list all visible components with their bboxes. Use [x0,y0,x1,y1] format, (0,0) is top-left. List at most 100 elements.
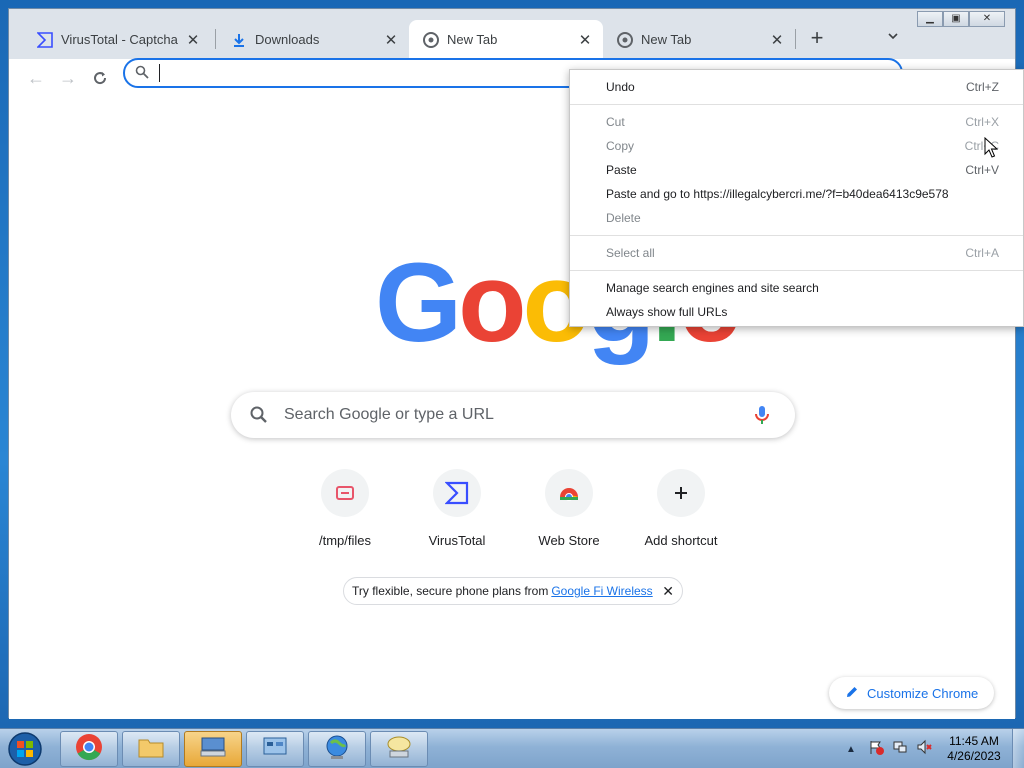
show-desktop-button[interactable] [1012,729,1024,768]
close-icon[interactable]: ✕ [381,30,401,50]
menu-item-shortcut: Ctrl+X [965,115,999,129]
menu-item-select-all[interactable]: Select all Ctrl+A [570,242,1023,264]
menu-item-label: Always show full URLs [606,305,728,319]
menu-item-label: Delete [606,211,641,225]
tab-downloads[interactable]: Downloads ✕ [217,20,409,59]
taskbar-file-explorer[interactable] [122,731,180,767]
shortcut-add[interactable]: Add shortcut [625,469,737,548]
customize-label: Customize Chrome [867,685,979,701]
tab-separator [215,29,216,49]
chrome-icon [423,31,439,48]
taskbar-control-panel[interactable] [246,731,304,767]
shortcut-label: Add shortcut [644,533,718,548]
search-icon [135,65,149,84]
menu-item-label: Cut [606,115,625,129]
google-search-box[interactable]: Search Google or type a URL [231,392,795,438]
tab-virustotal[interactable]: VirusTotal - Captcha ✕ [23,20,211,59]
menu-item-label: Copy [606,139,635,153]
mouse-cursor-icon [984,136,999,164]
minimize-button[interactable]: ▁ [917,11,943,27]
close-window-button[interactable]: ✕ [969,11,1005,27]
chrome-icon [617,31,633,48]
virustotal-icon [433,469,481,517]
close-icon[interactable]: ✕ [575,30,595,50]
search-icon [249,405,269,430]
omnibox-context-menu: Undo Ctrl+Z Cut Ctrl+X Copy Ctrl+C Paste… [569,69,1024,327]
text-caret [159,64,160,82]
start-button[interactable] [6,731,46,767]
tab-label: VirusTotal - Captcha [61,32,178,47]
taskbar-chat-app[interactable] [370,731,428,767]
webstore-icon [545,469,593,517]
customize-chrome-button[interactable]: Customize Chrome [829,677,995,709]
taskbar-network[interactable] [308,731,366,767]
menu-item-copy[interactable]: Copy Ctrl+C [570,135,1023,157]
logo-letter: G [375,240,462,365]
reload-icon[interactable] [89,67,111,89]
tab-search-chevron-icon[interactable] [883,29,903,49]
keyboard-icon [199,736,227,763]
tab-separator [795,29,796,49]
menu-separator [570,104,1023,105]
new-tab-button[interactable]: + [805,27,829,51]
shortcut-web-store[interactable]: Web Store [513,469,625,548]
virustotal-icon [37,31,53,48]
menu-item-delete[interactable]: Delete [570,207,1023,229]
menu-item-shortcut: Ctrl+V [965,163,999,177]
close-icon[interactable]: ✕ [183,30,203,50]
tab-label: New Tab [641,32,692,47]
chevron-up-icon[interactable]: ▲ [846,744,856,755]
shortcut-virustotal[interactable]: VirusTotal [401,469,513,548]
promo-text: Try flexible, secure phone plans from [352,584,549,598]
shortcut-tmp-files[interactable]: /tmp/files [289,469,401,548]
menu-item-label: Select all [606,246,655,260]
taskbar-chrome[interactable] [60,731,118,767]
plus-icon [657,469,705,517]
close-icon[interactable]: ✕ [767,30,787,50]
menu-item-label: Undo [606,80,635,94]
shortcut-label: VirusTotal [428,533,486,548]
chat-bubble-icon [385,734,413,765]
windows-taskbar: ▲ 11:45 AM 4/26/2023 [0,728,1024,768]
menu-item-undo[interactable]: Undo Ctrl+Z [570,76,1023,98]
promo-banner: Try flexible, secure phone plans from Go… [343,577,683,605]
menu-item-always-show-full-urls[interactable]: Always show full URLs [570,301,1023,323]
tab-new-tab[interactable]: New Tab ✕ [603,20,795,59]
flag-alert-icon[interactable] [868,739,884,760]
back-arrow-icon[interactable]: ← [25,67,47,89]
menu-item-label: Manage search engines and site search [606,281,819,295]
tab-label: Downloads [255,32,320,47]
taskbar-keyboard-app[interactable] [184,731,242,767]
menu-item-manage-search-engines[interactable]: Manage search engines and site search [570,277,1023,299]
volume-muted-icon[interactable] [916,739,932,760]
menu-item-paste-and-go[interactable]: Paste and go to https://illegalcybercri.… [570,183,1023,205]
taskbar-clock[interactable]: 11:45 AM 4/26/2023 [942,734,1006,764]
tmp-files-icon [321,469,369,517]
menu-separator [570,270,1023,271]
network-icon[interactable] [892,739,908,760]
control-panel-icon [261,735,289,764]
close-icon[interactable]: ✕ [662,583,674,600]
download-icon [231,32,247,48]
menu-item-label: Paste and go to https://illegalcybercri.… [606,187,949,201]
microphone-icon[interactable] [753,404,771,431]
forward-arrow-icon[interactable]: → [57,67,79,89]
maximize-button[interactable]: ▣ [943,11,969,27]
menu-item-shortcut: Ctrl+A [965,246,999,260]
search-placeholder: Search Google or type a URL [284,406,494,423]
tab-new-tab-active[interactable]: New Tab ✕ [409,20,603,59]
tab-strip: VirusTotal - Captcha ✕ Downloads ✕ New T… [9,9,1015,59]
menu-item-paste[interactable]: Paste Ctrl+V [570,159,1023,181]
menu-item-label: Paste [606,163,637,177]
shortcut-label: /tmp/files [318,533,371,548]
clock-time: 11:45 AM [949,734,999,748]
menu-separator [570,235,1023,236]
clock-date: 4/26/2023 [947,749,1001,763]
tab-label: New Tab [447,32,498,47]
chrome-icon [75,733,103,766]
menu-item-cut[interactable]: Cut Ctrl+X [570,111,1023,133]
pencil-icon [845,685,859,702]
promo-link[interactable]: Google Fi Wireless [551,584,652,598]
globe-icon [323,733,351,766]
shortcut-label: Web Store [538,533,600,548]
